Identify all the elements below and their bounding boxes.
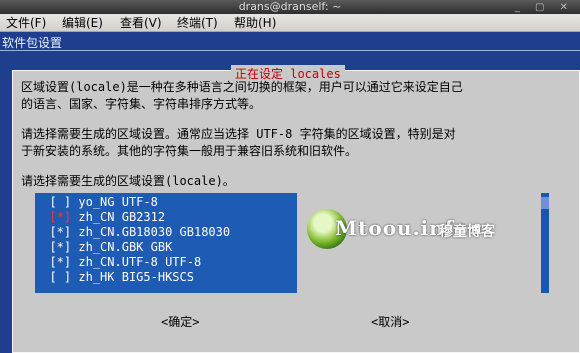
intro-line-1: 区域设置(locale)是一种在多种语言之间切换的框架，用户可以通过它来设定自己: [21, 80, 463, 94]
locale-label: zh_CN.GB18030 GB18030: [78, 225, 231, 239]
menubar: 文件(F) 编辑(E) 查看(V) 终端(T) 帮助(H): [0, 14, 580, 32]
list-scrollbar[interactable]: [541, 193, 549, 293]
intro-line-2: 的语言、国家、字符集、字符串排序方式等。: [21, 97, 262, 111]
checkbox[interactable]: [*]: [49, 255, 71, 269]
window-title: drans@dranself: ~: [238, 0, 342, 13]
window-controls[interactable]: _ ▢ ✕: [515, 1, 574, 15]
header-divider: [0, 50, 580, 51]
list-item[interactable]: [ ] zh_HK BIG5-HKSCS: [35, 270, 297, 285]
checkbox[interactable]: [ ]: [49, 195, 71, 209]
checkbox[interactable]: [*]: [49, 240, 71, 254]
package-config-header: 软件包设置: [2, 36, 63, 50]
window-titlebar: drans@dranself: ~ _ ▢ ✕: [0, 0, 580, 14]
list-item[interactable]: [ ] yo_NG UTF-8: [35, 195, 297, 210]
locale-label: zh_CN GB2312: [78, 210, 166, 224]
checkbox[interactable]: [*]: [49, 225, 71, 239]
menu-terminal[interactable]: 终端(T): [177, 15, 218, 31]
locale-list[interactable]: [ ] yo_NG UTF-8 [*] zh_CN GB2312 [*] zh_…: [35, 193, 297, 293]
advice-line-1: 请选择需要生成的区域设置。通常应当选择 UTF-8 字符集的区域设置，特别是对: [21, 127, 456, 141]
checkbox[interactable]: [ ]: [49, 270, 71, 284]
menu-help[interactable]: 帮助(H): [234, 15, 276, 31]
cancel-button[interactable]: <取消>: [371, 313, 409, 330]
ok-button[interactable]: <确定>: [161, 313, 199, 330]
checkbox[interactable]: [*]: [49, 210, 71, 224]
menu-view[interactable]: 查看(V): [120, 15, 162, 31]
locale-label: yo_NG UTF-8: [78, 195, 158, 209]
locale-label: zh_HK BIG5-HKSCS: [78, 270, 194, 284]
locale-label: zh_CN.GBK GBK: [78, 240, 173, 254]
list-item[interactable]: [*] zh_CN.GB18030 GB18030: [35, 225, 297, 240]
prompt-line: 请选择需要生成的区域设置(locale)。: [21, 174, 235, 188]
terminal-area[interactable]: 软件包设置 正在设定 locales 区域设置(locale)是一种在多种语言之…: [0, 32, 580, 353]
menu-file[interactable]: 文件(F): [6, 15, 46, 31]
locale-label: zh_CN.UTF-8 UTF-8: [78, 255, 202, 269]
list-item[interactable]: [*] zh_CN.UTF-8 UTF-8: [35, 255, 297, 270]
scrollbar-thumb[interactable]: [541, 197, 549, 209]
watermark-logo: Mtoou.info 穆童博客: [307, 207, 517, 251]
menu-edit[interactable]: 编辑(E): [62, 15, 103, 31]
list-item[interactable]: [*] zh_CN.GBK GBK: [35, 240, 297, 255]
watermark-cn-text: 穆童博客: [439, 224, 495, 240]
advice-line-2: 于新安装的系统。其他的字符集一般用于兼容旧系统和旧软件。: [21, 144, 358, 158]
list-item[interactable]: [*] zh_CN GB2312: [35, 210, 297, 225]
